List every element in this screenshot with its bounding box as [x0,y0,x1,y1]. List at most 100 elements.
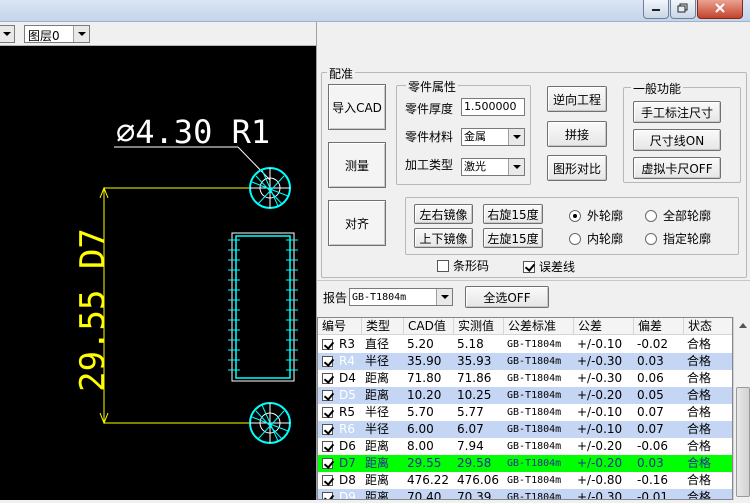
error-line-checkbox[interactable]: 误差线 [523,258,575,275]
report-standard-select[interactable]: GB-T1804m [349,288,453,306]
table-cell-measured: 7.94 [457,439,484,453]
cad-canvas[interactable]: ∅4.30 R1 29.55 D7 [0,46,316,500]
row-checkbox[interactable] [322,339,333,350]
align-button[interactable]: 对齐 [328,200,386,246]
radio-icon [645,209,657,222]
table-cell-standard: GB-T1804m [507,441,562,452]
table-cell-cad: 6.00 [407,422,434,436]
mirror-up-down-button[interactable]: 上下镜像 [414,228,473,248]
table-cell-type: 半径 [365,354,390,368]
thickness-input[interactable]: 1.500000 [461,98,525,116]
table-cell-standard: GB-T1804m [507,458,562,469]
table-row[interactable]: D8 距离 476.22 476.06 GB-T1804m +/-0.80 -0.16 合格 [318,472,732,489]
rotate-right-button[interactable]: 右旋15度 [483,204,543,224]
row-checkbox[interactable] [322,373,333,384]
table-cell-tol: +/-0.20 [577,456,623,470]
radio-all-contours[interactable]: 全部轮廓 [645,207,711,224]
manual-dimension-button[interactable]: 手工标注尺寸 [633,101,721,123]
table-row[interactable]: D4 距离 71.80 71.86 GB-T1804m +/-0.30 0.06 合格 [318,370,732,387]
rotate-left-button[interactable]: 左旋15度 [483,228,543,248]
table-cell-id: D7 [339,456,356,470]
table-row[interactable]: R6 半径 6.00 6.07 GB-T1804m +/-0.10 0.07 合格 [318,421,732,438]
table-cell-id: R4 [339,354,355,368]
part-properties-title: 零件属性 [406,78,459,95]
table-row[interactable]: R3 直径 5.20 5.18 GB-T1804m +/-0.10 -0.02 合格 [318,336,732,353]
restore-button[interactable] [670,0,696,19]
radio-outer-contour[interactable]: 外轮廓 [569,207,623,224]
table-row[interactable]: R5 半径 5.70 5.77 GB-T1804m +/-0.10 0.07 合格 [318,404,732,421]
column-header[interactable]: 类型 [362,318,404,335]
table-cell-measured: 6.07 [457,422,484,436]
table-row[interactable]: D6 距离 8.00 7.94 GB-T1804m +/-0.20 -0.06 合格 [318,438,732,455]
mirror-left-right-button[interactable]: 左右镜像 [414,204,473,224]
table-cell-status: 合格 [687,456,712,470]
table-row[interactable]: D9 距离 70.40 70.39 GB-T1804m +/-0.30 -0.01 合格 [318,489,732,499]
table-cell-type: 半径 [365,405,390,419]
table-cell-type: 距离 [365,473,390,487]
error-line-label: 误差线 [539,260,576,274]
measure-button[interactable]: 测量 [328,142,386,188]
radio-inner-label: 内轮廓 [587,232,624,246]
row-checkbox[interactable] [322,441,333,452]
chevron-down-icon [73,26,89,42]
column-header[interactable]: 偏差 [634,318,684,335]
table-cell-cad: 71.80 [407,371,442,385]
report-label: 报告 [323,291,348,305]
row-checkbox[interactable] [322,458,333,469]
column-header[interactable]: CAD值 [404,318,454,335]
row-checkbox[interactable] [322,492,333,499]
toolbar: 图层0 [0,22,316,46]
layer-dropdown[interactable]: 图层0 [24,25,90,43]
table-cell-measured: 10.25 [457,388,492,402]
reverse-engineering-button[interactable]: 逆向工程 [547,86,607,112]
table-row[interactable]: D7 距离 29.55 29.58 GB-T1804m +/-0.20 0.03 合格 [318,455,732,472]
dimension-line-button[interactable]: 尺寸线ON [633,129,721,151]
table-cell-tol: +/-0.30 [577,371,623,385]
chevron-down-icon [436,289,452,305]
table-cell-standard: GB-T1804m [507,475,562,486]
chevron-down-icon [508,159,524,175]
row-checkbox[interactable] [322,475,333,486]
row-checkbox[interactable] [322,424,333,435]
minimize-button[interactable] [643,0,669,19]
import-cad-button[interactable]: 导入CAD [328,84,386,130]
close-button[interactable] [697,0,743,19]
graphic-compare-button[interactable]: 图形对比 [547,155,607,181]
radio-specified-label: 指定轮廓 [663,232,712,246]
column-header[interactable]: 状态 [684,318,732,335]
table-cell-dev: 0.03 [637,354,664,368]
column-header[interactable]: 实测值 [454,318,504,335]
chevron-down-icon [508,129,524,145]
select-all-button[interactable]: 全选OFF [465,286,549,308]
scrollbar-thumb[interactable] [736,387,750,497]
process-select[interactable]: 激光 [461,158,525,176]
table-cell-standard: GB-T1804m [507,424,562,435]
radio-icon [569,232,581,245]
table-scrollbar[interactable] [733,317,750,500]
radio-specified-contour[interactable]: 指定轮廓 [645,230,711,247]
row-checkbox[interactable] [322,390,333,401]
minimize-icon [652,9,660,11]
material-select[interactable]: 金属 [461,128,525,146]
table-cell-dev: -0.02 [637,337,669,351]
table-cell-dev: -0.06 [637,439,669,453]
table-cell-dev: -0.16 [637,473,669,487]
table-cell-dev: 0.07 [637,405,664,419]
table-row[interactable]: R4 半径 35.90 35.93 GB-T1804m +/-0.30 0.03 合格 [318,353,732,370]
view-dropdown[interactable] [0,25,15,43]
scroll-up-icon[interactable] [736,319,750,333]
table-cell-id: D5 [339,388,356,402]
table-row[interactable]: D5 距离 10.20 10.25 GB-T1804m +/-0.20 0.05 合格 [318,387,732,404]
row-checkbox[interactable] [322,407,333,418]
radio-inner-contour[interactable]: 内轮廓 [569,230,623,247]
stitch-button[interactable]: 拼接 [547,121,607,147]
column-header[interactable]: 编号 [318,318,362,335]
table-cell-id: R3 [339,337,355,351]
virtual-caliper-button[interactable]: 虚拟卡尺OFF [633,157,721,179]
column-header[interactable]: 公差 [574,318,634,335]
barcode-checkbox[interactable]: 条形码 [437,257,489,274]
table-cell-cad: 5.70 [407,405,434,419]
column-header[interactable]: 公差标准 [504,318,574,335]
row-checkbox[interactable] [322,356,333,367]
table-cell-tol: +/-0.10 [577,405,623,419]
